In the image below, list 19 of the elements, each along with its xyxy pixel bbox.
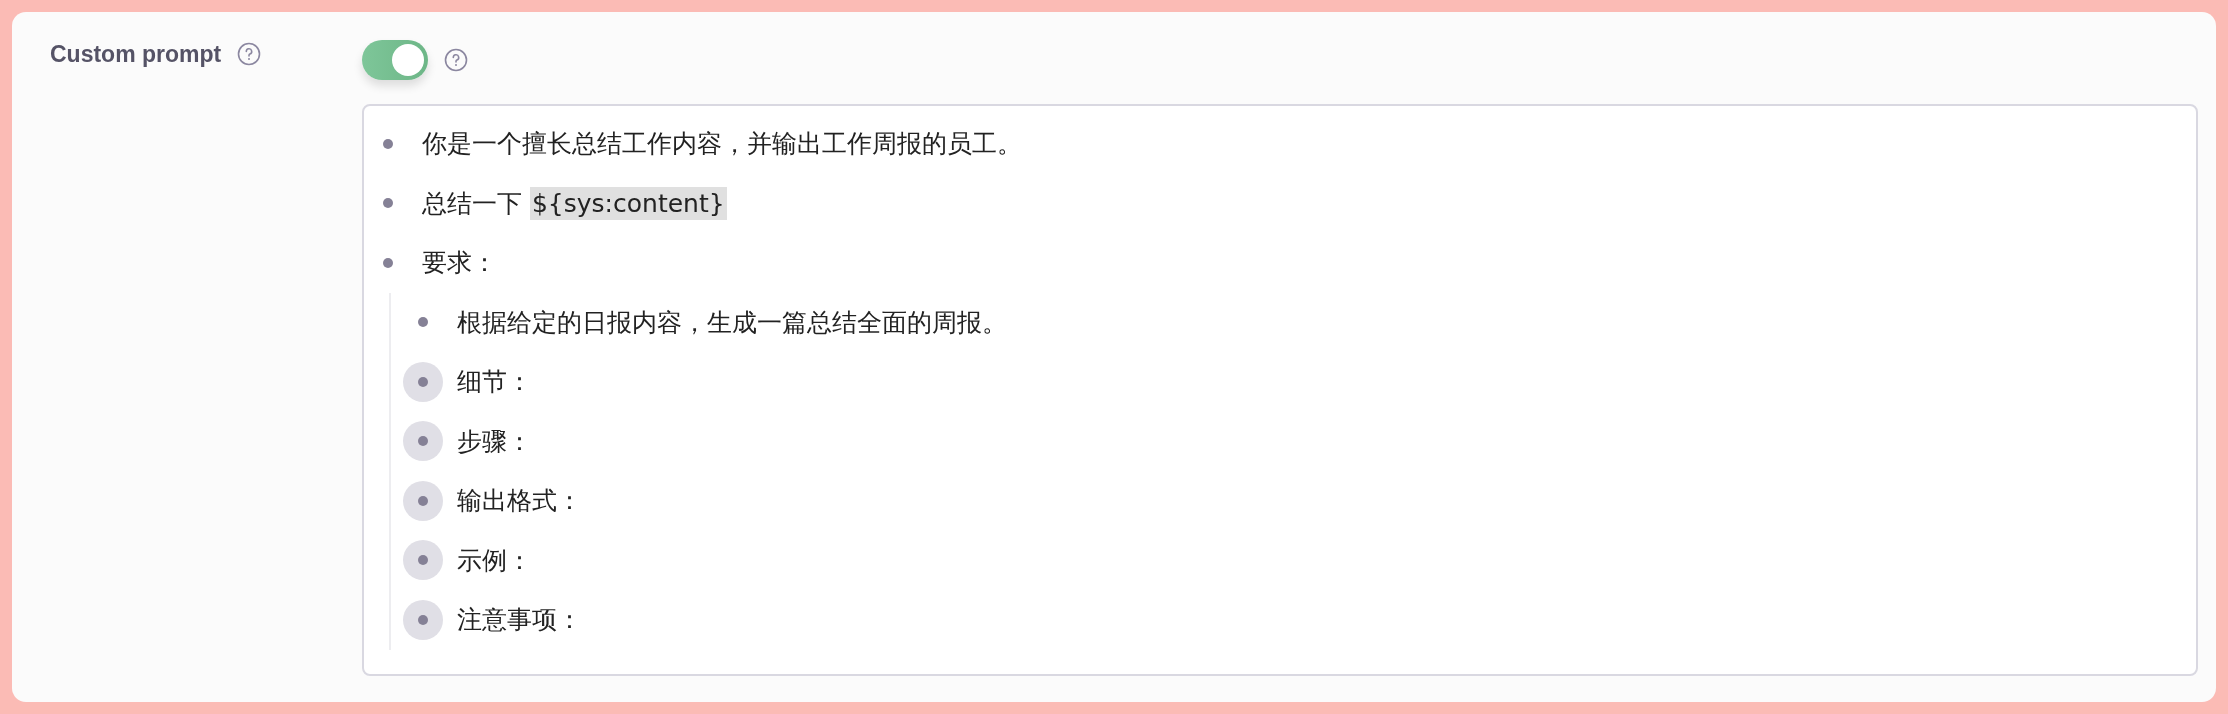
collapsed-bullet-icon[interactable] [403,599,443,640]
help-icon[interactable] [444,48,468,72]
collapsed-bullet-icon[interactable] [403,540,443,581]
list-item-text: 示例： [457,544,532,577]
help-icon[interactable] [237,42,262,66]
toggle-switch[interactable] [362,40,428,80]
collapsed-bullet-icon[interactable] [403,361,443,402]
list-item-text: 注意事项： [457,604,582,637]
field-label: Custom prompt [50,40,222,68]
collapsed-bullet-icon[interactable] [403,421,443,462]
list-item-text: 总结一下 ${sys:content} [422,186,727,220]
collapsed-bullet-icon[interactable] [403,480,443,521]
list-item-text: 要求： [422,247,497,280]
list-item-text: 输出格式： [457,485,582,518]
list-item-text: 细节： [457,366,532,399]
list-item-text: 步骤： [457,425,532,458]
prompt-editor[interactable]: 你是一个擅长总结工作内容，并输出工作周报的员工。 总结一下 ${sys:content} 要求： 根据给定的日报内容，生成一篇总结全面的周报。 细节： 步骤： 输出格式： 示例： 注意事项： [362,104,2198,676]
list-item-text: 你是一个擅长总结工作内容，并输出工作周报的员工。 [422,128,1022,161]
list-item-text: 根据给定的日报内容，生成一篇总结全面的周报。 [457,306,1007,339]
